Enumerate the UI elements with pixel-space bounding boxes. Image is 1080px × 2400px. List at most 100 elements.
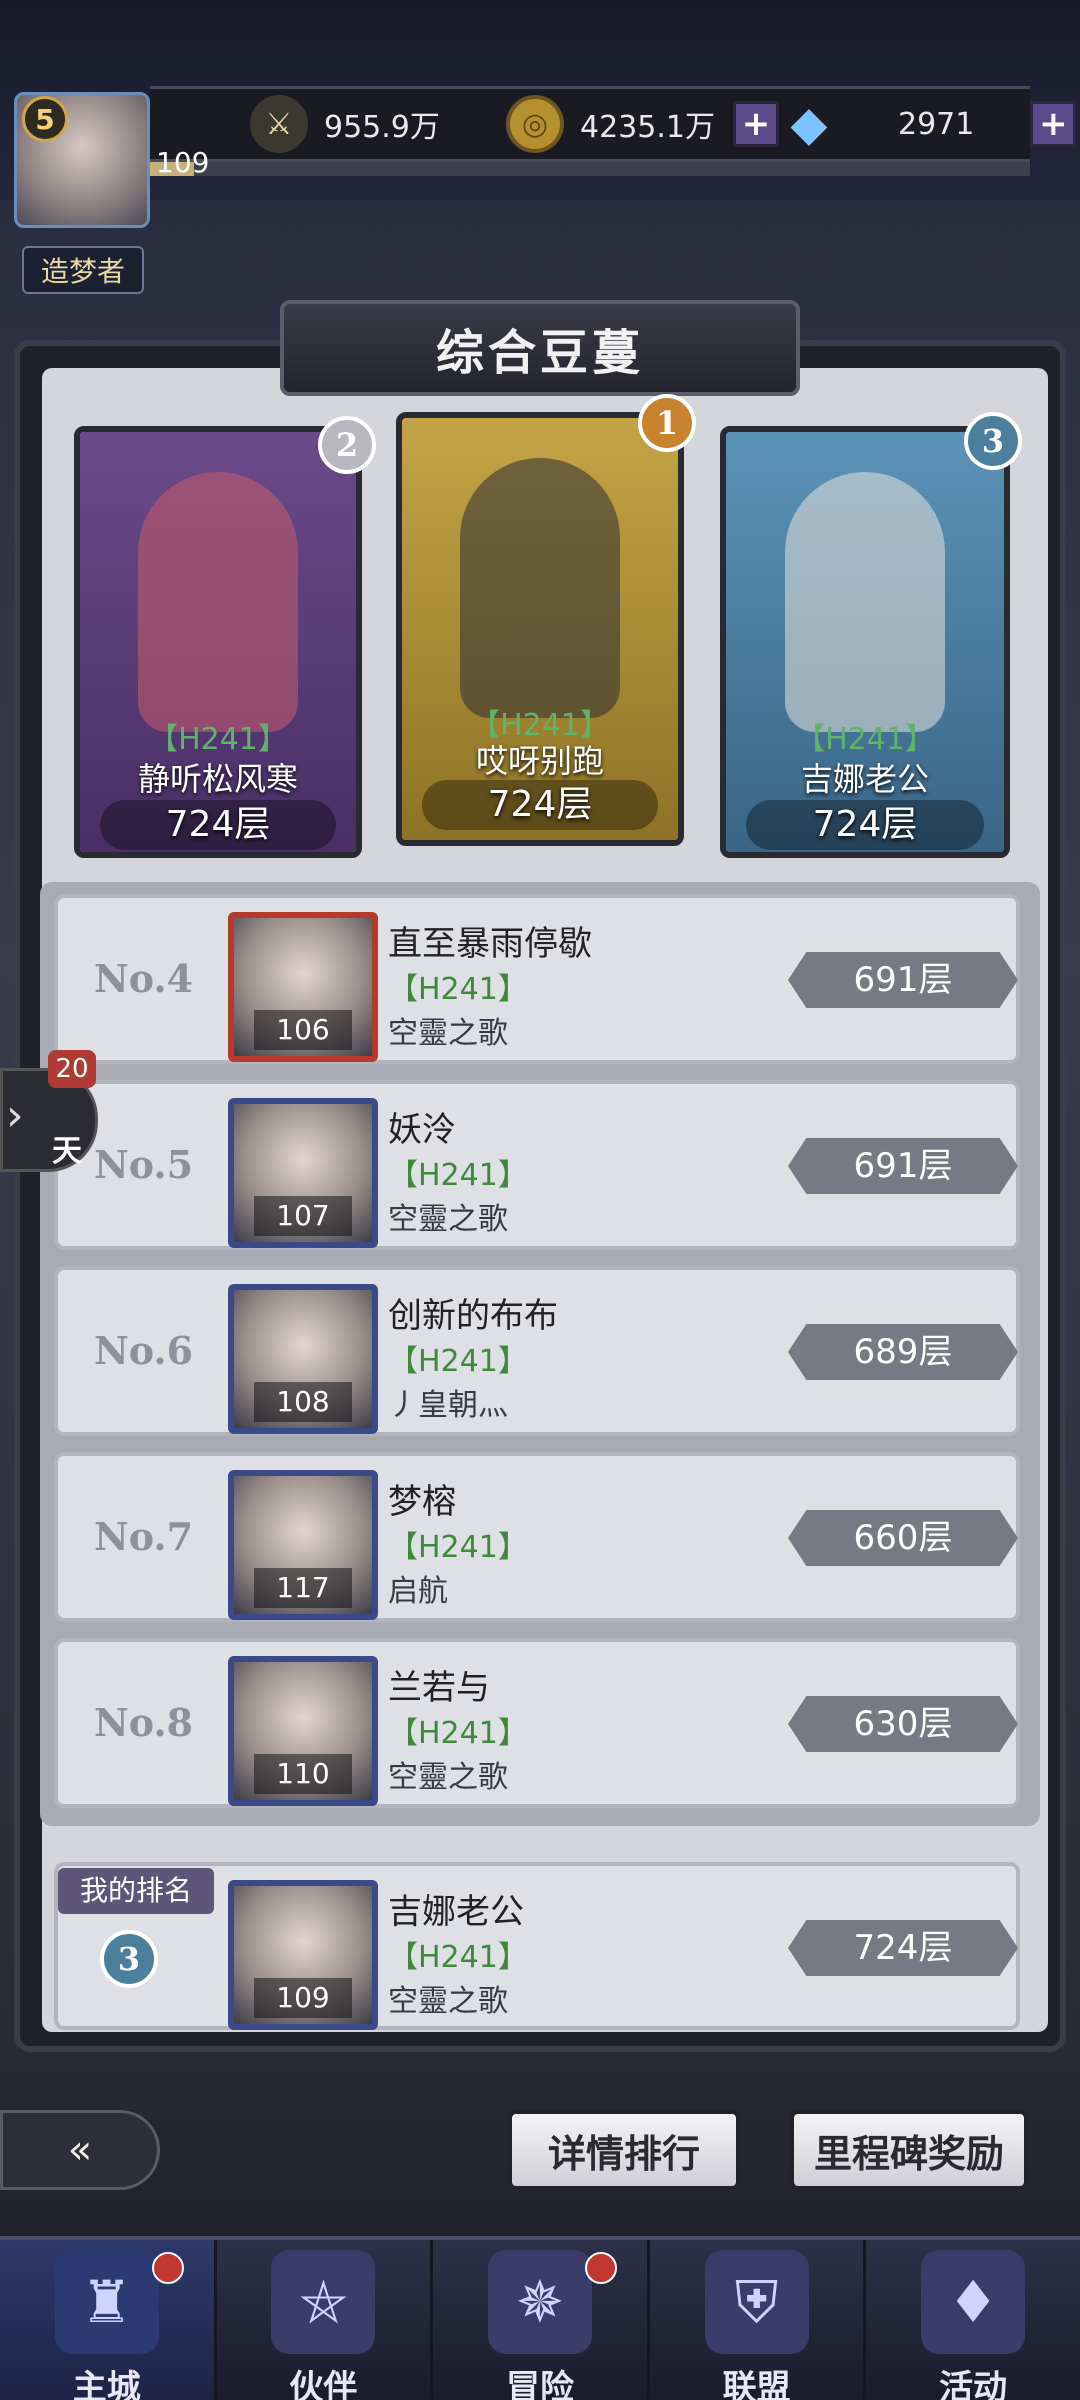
bottom-nav: ♜ 主城 ⛤ 伙伴 ✵ 冒险 ⛨ 联盟 ♦ 活动 [0, 2236, 1080, 2400]
player-level-badge: 5 [22, 96, 68, 142]
top-card-name: 哎呀别跑 [475, 742, 604, 780]
shield-icon: ⛨ [704, 2250, 809, 2354]
gold-coin-icon: ◎ [506, 95, 564, 153]
nav-alliance[interactable]: ⛨ 联盟 [650, 2240, 867, 2400]
rank-row[interactable]: No.5 107 妖泠 【H241】 空靈之歌 691层 [54, 1080, 1020, 1250]
player-name: 妖泠 [388, 1110, 456, 1150]
guild-name: 丿皇朝灬 [388, 1388, 508, 1423]
character-portrait-icon [138, 472, 298, 732]
rank-number: No.8 [94, 1700, 194, 1745]
exp-level: 109 [156, 146, 210, 179]
player-title[interactable]: 造梦者 [22, 246, 144, 294]
server-tag: 【H241】 [388, 1716, 528, 1751]
floor-count: 724层 [788, 1920, 1018, 1976]
nav-label: 联盟 [722, 2368, 791, 2400]
top-card-floor: 724层 [746, 800, 984, 850]
rank-row[interactable]: No.7 117 梦榕 【H241】 启航 660层 [54, 1452, 1020, 1622]
rank-number: No.5 [94, 1142, 194, 1187]
rank-number: No.7 [94, 1514, 194, 1559]
add-diamond-button[interactable]: + [1030, 101, 1077, 147]
guild-name: 空靈之歌 [388, 1016, 508, 1051]
player-level: 109 [254, 1978, 352, 2018]
medal-1-icon: 1 [638, 394, 696, 452]
medal-2-icon: 2 [318, 416, 376, 474]
top-card-tag: 【H241】 [795, 722, 935, 757]
exp-bar [150, 162, 1030, 176]
nav-label: 冒险 [505, 2368, 574, 2400]
player-name: 创新的布布 [388, 1296, 558, 1336]
server-tag: 【H241】 [388, 1940, 528, 1975]
server-tag: 【H241】 [388, 972, 528, 1007]
nav-partners[interactable]: ⛤ 伙伴 [217, 2240, 434, 2400]
nav-adventure[interactable]: ✵ 冒险 [433, 2240, 650, 2400]
player-name: 兰若与 [388, 1668, 490, 1708]
nav-main-city[interactable]: ♜ 主城 [0, 2240, 217, 2400]
top-card-rank-2[interactable]: 【H241】 静听松风寒 724层 [74, 426, 362, 858]
player-name: 直至暴雨停歇 [388, 924, 592, 964]
rank-number: No.6 [94, 1328, 194, 1373]
guild-name: 启航 [388, 1574, 448, 1609]
resource-bar: ⚔ 955.9万 ◎ 4235.1万 + ◆ 2971 + [150, 86, 1077, 162]
power-value: 955.9万 [324, 110, 440, 145]
player-level: 110 [254, 1754, 352, 1794]
player-name: 梦榕 [388, 1482, 456, 1522]
add-gold-button[interactable]: + [732, 101, 779, 147]
player-level: 106 [254, 1010, 352, 1050]
floor-count: 691层 [788, 952, 1018, 1008]
side-event-count: 20 [48, 1050, 96, 1088]
my-rank-label: 我的排名 [58, 1868, 214, 1914]
side-event-label: 天 [52, 1134, 82, 1169]
gold-display: ◎ 4235.1万 + [506, 95, 779, 153]
guild-name: 空靈之歌 [388, 1984, 508, 2019]
milestone-reward-button[interactable]: 里程碑奖励 [790, 2110, 1028, 2190]
chevron-right-icon[interactable]: › [6, 1090, 24, 1141]
floor-count: 630层 [788, 1696, 1018, 1752]
top-card-floor: 724层 [422, 780, 658, 830]
nav-label: 伙伴 [289, 2368, 358, 2400]
back-button[interactable]: « [0, 2110, 160, 2190]
diamond-display: ◆ 2971 + [780, 95, 1077, 153]
rank-row[interactable]: No.4 106 直至暴雨停歇 【H241】 空靈之歌 691层 [54, 894, 1020, 1064]
top-card-rank-1[interactable]: 【H241】 哎呀别跑 724层 [396, 412, 684, 846]
rank-row[interactable]: No.6 108 创新的布布 【H241】 丿皇朝灬 689层 [54, 1266, 1020, 1436]
guild-name: 空靈之歌 [388, 1202, 508, 1237]
rank-row[interactable]: No.8 110 兰若与 【H241】 空靈之歌 630层 [54, 1638, 1020, 1808]
floor-count: 689层 [788, 1324, 1018, 1380]
notification-dot [584, 2252, 617, 2284]
compass-icon: ✵ [487, 2250, 592, 2354]
server-tag: 【H241】 [388, 1344, 528, 1379]
nav-label: 主城 [72, 2368, 141, 2400]
player-level: 117 [254, 1568, 352, 1608]
cards-icon: ♦ [921, 2250, 1026, 2354]
medal-3-icon: 3 [964, 412, 1022, 470]
character-portrait-icon [460, 458, 620, 718]
my-rank-medal-icon: 3 [100, 1930, 158, 1988]
guild-name: 空靈之歌 [388, 1760, 508, 1795]
witch-hat-icon: ⛤ [271, 2250, 376, 2354]
diamond-icon: ◆ [790, 96, 828, 152]
player-level: 108 [254, 1382, 352, 1422]
sword-icon: ⚔ [250, 95, 308, 153]
top-card-rank-3[interactable]: 【H241】 吉娜老公 724层 [720, 426, 1010, 858]
nav-events[interactable]: ♦ 活动 [866, 2240, 1080, 2400]
notification-dot [151, 2252, 184, 2284]
detail-ranking-button[interactable]: 详情排行 [508, 2110, 740, 2190]
nav-label: 活动 [939, 2368, 1008, 2400]
player-name: 吉娜老公 [388, 1892, 524, 1932]
top-card-name: 静听松风寒 [137, 760, 298, 798]
diamond-value: 2971 [898, 106, 975, 142]
power-display: ⚔ 955.9万 [250, 95, 440, 153]
server-tag: 【H241】 [388, 1158, 528, 1193]
rank-number: No.4 [94, 956, 194, 1001]
gold-value: 4235.1万 [580, 110, 715, 145]
back-arrow-icon: « [67, 2127, 93, 2173]
server-tag: 【H241】 [388, 1530, 528, 1565]
character-portrait-icon [785, 472, 945, 732]
castle-icon: ♜ [54, 2250, 159, 2354]
panel-title: 综合豆蔓 [435, 325, 644, 381]
floor-count: 660层 [788, 1510, 1018, 1566]
top-card-name: 吉娜老公 [800, 760, 929, 798]
top-card-tag: 【H241】 [148, 722, 288, 757]
floor-count: 691层 [788, 1138, 1018, 1194]
top-card-floor: 724层 [100, 800, 336, 850]
